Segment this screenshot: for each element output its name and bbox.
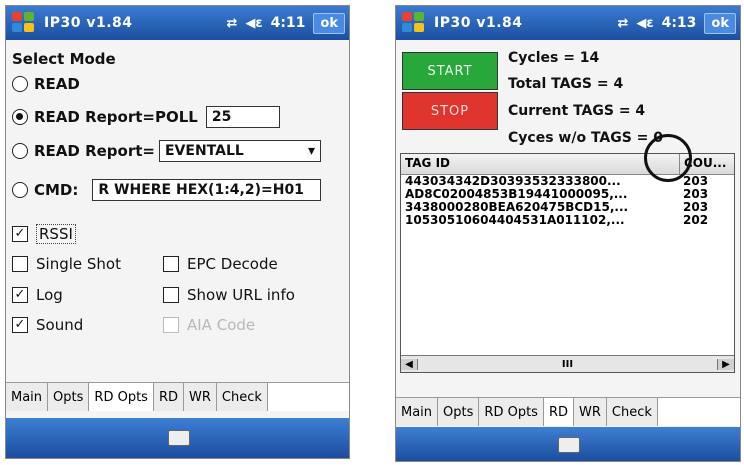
radio-cmd[interactable]: CMD: R WHERE HEX(1:4,2)=H01 [12, 179, 322, 201]
log-label: Log [36, 286, 63, 304]
tab-wr[interactable]: WR [183, 383, 217, 411]
title-bar: IP30 v1.84 ⇄ ◀ε 4:11 ok [6, 6, 349, 40]
connectivity-icon[interactable]: ⇄ [226, 16, 237, 31]
epc-decode-row[interactable]: EPC Decode [163, 255, 278, 273]
tab-rd-opts[interactable]: RD Opts [479, 398, 544, 426]
scroll-left-icon[interactable]: ◀ [401, 358, 418, 370]
menu-bar [6, 418, 349, 458]
rd-opts-panel: Select Mode READ READ Report=POLL 25 REA… [6, 42, 349, 384]
sound-checkbox[interactable]: ✓ [12, 317, 28, 333]
left-device-screen: IP30 v1.84 ⇄ ◀ε 4:11 ok Select Mode READ… [5, 5, 350, 459]
speaker-icon[interactable]: ◀ε [245, 16, 262, 31]
aia-code-label: AIA Code [187, 316, 256, 334]
table-row[interactable]: 10530510604404531A011102,... 202 [401, 214, 734, 227]
radio-poll-label: READ Report=POLL [34, 108, 198, 126]
event-dropdown-value: EVENTALL [164, 143, 244, 159]
horizontal-scrollbar[interactable]: ◀ III ▶ [401, 355, 734, 372]
ok-button[interactable]: ok [704, 12, 736, 34]
aia-code-checkbox [163, 317, 179, 333]
poll-value-field[interactable]: 25 [205, 106, 280, 128]
keyboard-icon[interactable] [167, 430, 190, 446]
clock[interactable]: 4:13 [662, 15, 697, 31]
windows-start-icon[interactable] [12, 12, 38, 34]
ok-button[interactable]: ok [313, 12, 345, 34]
keyboard-icon[interactable] [558, 437, 580, 453]
radio-read-report[interactable]: READ Report= EVENTALL ▾ [12, 140, 321, 162]
clock[interactable]: 4:11 [271, 15, 306, 31]
app-title: IP30 v1.84 [44, 15, 133, 31]
epc-decode-checkbox[interactable] [163, 256, 179, 272]
scroll-right-icon[interactable]: ▶ [717, 358, 734, 370]
rssi-checkbox[interactable]: ✓ [12, 226, 28, 242]
tag-id-cell: 443034342D30393532333800... [405, 175, 621, 188]
total-tags-count: Total TAGS = 4 [508, 76, 624, 92]
aia-code-row: AIA Code [163, 316, 255, 334]
cycles-count: Cycles = 14 [508, 50, 600, 66]
connectivity-icon[interactable]: ⇄ [617, 16, 628, 31]
cycles-without-tags-count: Cyces w/o TAGS = 0 [508, 130, 664, 146]
event-dropdown[interactable]: EVENTALL ▾ [158, 140, 321, 162]
radio-read-report-poll[interactable]: READ Report=POLL 25 [12, 106, 280, 128]
tab-bar: Main Opts RD Opts RD WR Check [396, 397, 740, 426]
tab-opts[interactable]: Opts [48, 383, 90, 411]
single-shot-label: Single Shot [36, 255, 121, 273]
radio-report-label: READ Report= [34, 142, 155, 160]
radio-button-selected[interactable] [12, 109, 28, 125]
right-device-screen: IP30 v1.84 ⇄ ◀ε 4:13 ok START STOP Cycle… [395, 5, 741, 462]
radio-button[interactable] [12, 143, 28, 159]
show-url-row[interactable]: Show URL info [163, 286, 295, 304]
scroll-thumb[interactable]: III [418, 359, 717, 370]
tab-check[interactable]: Check [216, 383, 268, 411]
tag-id-cell: 10530510604404531A011102,... [405, 214, 625, 227]
radio-button[interactable] [12, 182, 28, 198]
show-url-label: Show URL info [187, 286, 295, 304]
tab-rd[interactable]: RD [543, 398, 574, 426]
radio-read-label: READ [34, 75, 80, 93]
sound-label: Sound [36, 316, 84, 334]
tab-rd-opts[interactable]: RD Opts [89, 383, 154, 411]
tab-wr[interactable]: WR [573, 398, 607, 426]
tag-id-cell: 3438000280BEA620475BCD15,... [405, 201, 629, 214]
log-row[interactable]: ✓ Log [12, 286, 63, 304]
tag-id-cell: AD8C02004853B19441000095,... [405, 188, 628, 201]
current-tags-count: Current TAGS = 4 [508, 103, 646, 119]
stop-button[interactable]: STOP [402, 92, 498, 130]
tab-rd[interactable]: RD [153, 383, 184, 411]
annotation-circle [644, 134, 692, 182]
single-shot-row[interactable]: Single Shot [12, 255, 121, 273]
rssi-checkbox-row[interactable]: ✓ RSSI [12, 224, 76, 244]
rssi-label: RSSI [36, 224, 76, 244]
log-checkbox[interactable]: ✓ [12, 287, 28, 303]
cmd-field[interactable]: R WHERE HEX(1:4,2)=H01 [92, 179, 322, 201]
title-bar: IP30 v1.84 ⇄ ◀ε 4:13 ok [396, 6, 740, 40]
tab-check[interactable]: Check [606, 398, 658, 426]
speaker-icon[interactable]: ◀ε [636, 16, 653, 31]
show-url-checkbox[interactable] [163, 287, 179, 303]
epc-decode-label: EPC Decode [187, 255, 278, 273]
menu-bar [396, 427, 740, 461]
single-shot-checkbox[interactable] [12, 256, 28, 272]
start-button[interactable]: START [402, 52, 498, 90]
tag-list[interactable]: TAG ID COU... 443034342D30393532333800..… [400, 153, 735, 373]
radio-cmd-label: CMD: [34, 181, 79, 199]
windows-start-icon[interactable] [402, 12, 428, 34]
tab-main[interactable]: Main [6, 383, 49, 411]
tab-opts[interactable]: Opts [438, 398, 480, 426]
select-mode-label: Select Mode [12, 50, 116, 68]
app-title: IP30 v1.84 [434, 15, 523, 31]
radio-read[interactable]: READ [12, 75, 80, 93]
column-header-tag-id[interactable]: TAG ID [401, 154, 680, 174]
tab-bar: Main Opts RD Opts RD WR Check [6, 382, 349, 411]
radio-button[interactable] [12, 76, 28, 92]
sound-row[interactable]: ✓ Sound [12, 316, 83, 334]
chevron-down-icon: ▾ [307, 143, 315, 159]
tab-main[interactable]: Main [396, 398, 439, 426]
count-cell: 202 [683, 213, 709, 227]
